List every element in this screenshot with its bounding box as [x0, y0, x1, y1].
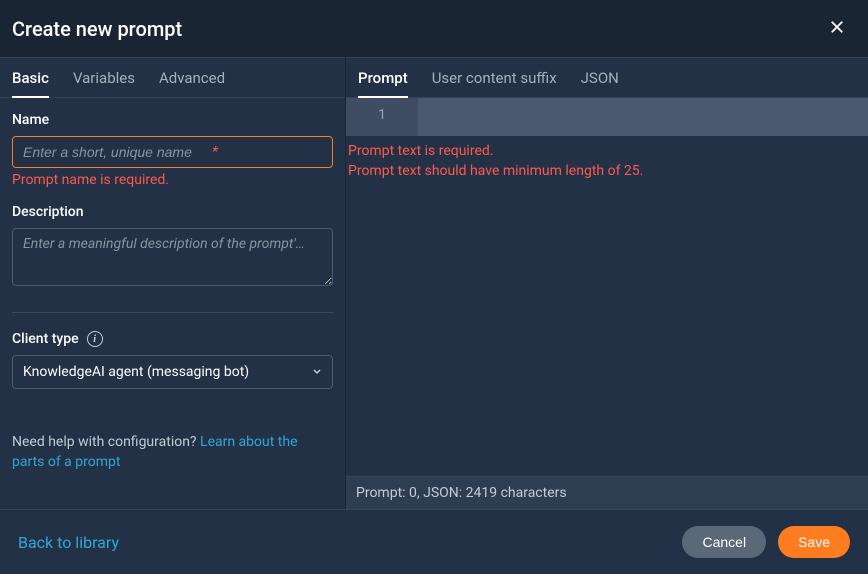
tab-user-content-suffix[interactable]: User content suffix — [432, 58, 557, 98]
left-tabs: Basic Variables Advanced — [0, 58, 345, 98]
save-button[interactable]: Save — [778, 526, 850, 558]
back-to-library-link[interactable]: Back to library — [18, 533, 119, 552]
modal-footer: Back to library Cancel Save — [0, 509, 868, 574]
right-tabs: Prompt User content suffix JSON — [346, 58, 868, 98]
prompt-editor[interactable]: 1 — [346, 98, 868, 136]
line-number: 1 — [378, 107, 386, 123]
modal-header: Create new prompt — [0, 0, 868, 57]
info-icon[interactable]: i — [87, 331, 103, 347]
tab-json[interactable]: JSON — [581, 58, 619, 98]
modal-title: Create new prompt — [12, 17, 182, 41]
prompt-errors: Prompt text is required. Prompt text sho… — [346, 136, 868, 187]
tab-basic[interactable]: Basic — [12, 58, 49, 98]
footer-actions: Cancel Save — [682, 526, 850, 558]
help-prefix: Need help with configuration? — [12, 434, 200, 450]
client-type-label-text: Client type — [12, 331, 79, 347]
editor-code-area[interactable] — [418, 98, 868, 136]
editor-fill — [346, 187, 868, 476]
modal-body: Basic Variables Advanced Name * Prompt n… — [0, 57, 868, 509]
left-panel: Basic Variables Advanced Name * Prompt n… — [0, 57, 345, 509]
cancel-button[interactable]: Cancel — [682, 526, 766, 558]
name-input[interactable] — [12, 136, 333, 168]
description-input[interactable] — [12, 228, 333, 286]
tab-prompt[interactable]: Prompt — [358, 58, 408, 98]
divider — [12, 312, 333, 313]
help-text: Need help with configuration? Learn abou… — [12, 433, 333, 472]
name-error: Prompt name is required. — [12, 172, 333, 188]
description-label: Description — [12, 204, 333, 220]
prompt-error-1: Prompt text is required. — [348, 142, 868, 162]
client-type-label: Client type i — [12, 331, 333, 347]
left-form: Name * Prompt name is required. Descript… — [0, 98, 345, 509]
editor-gutter: 1 — [346, 98, 418, 136]
name-input-wrap: * — [12, 136, 333, 168]
client-type-select[interactable]: KnowledgeAI agent (messaging bot) — [12, 355, 333, 389]
client-type-select-wrap: KnowledgeAI agent (messaging bot) — [12, 355, 333, 389]
editor-status-bar: Prompt: 0, JSON: 2419 characters — [346, 476, 868, 509]
tab-variables[interactable]: Variables — [73, 58, 135, 98]
close-icon — [828, 18, 846, 39]
close-button[interactable] — [824, 14, 850, 43]
tab-advanced[interactable]: Advanced — [159, 58, 225, 98]
name-label: Name — [12, 112, 333, 128]
right-panel: Prompt User content suffix JSON 1 Prompt… — [345, 57, 868, 509]
prompt-error-2: Prompt text should have minimum length o… — [348, 162, 868, 182]
